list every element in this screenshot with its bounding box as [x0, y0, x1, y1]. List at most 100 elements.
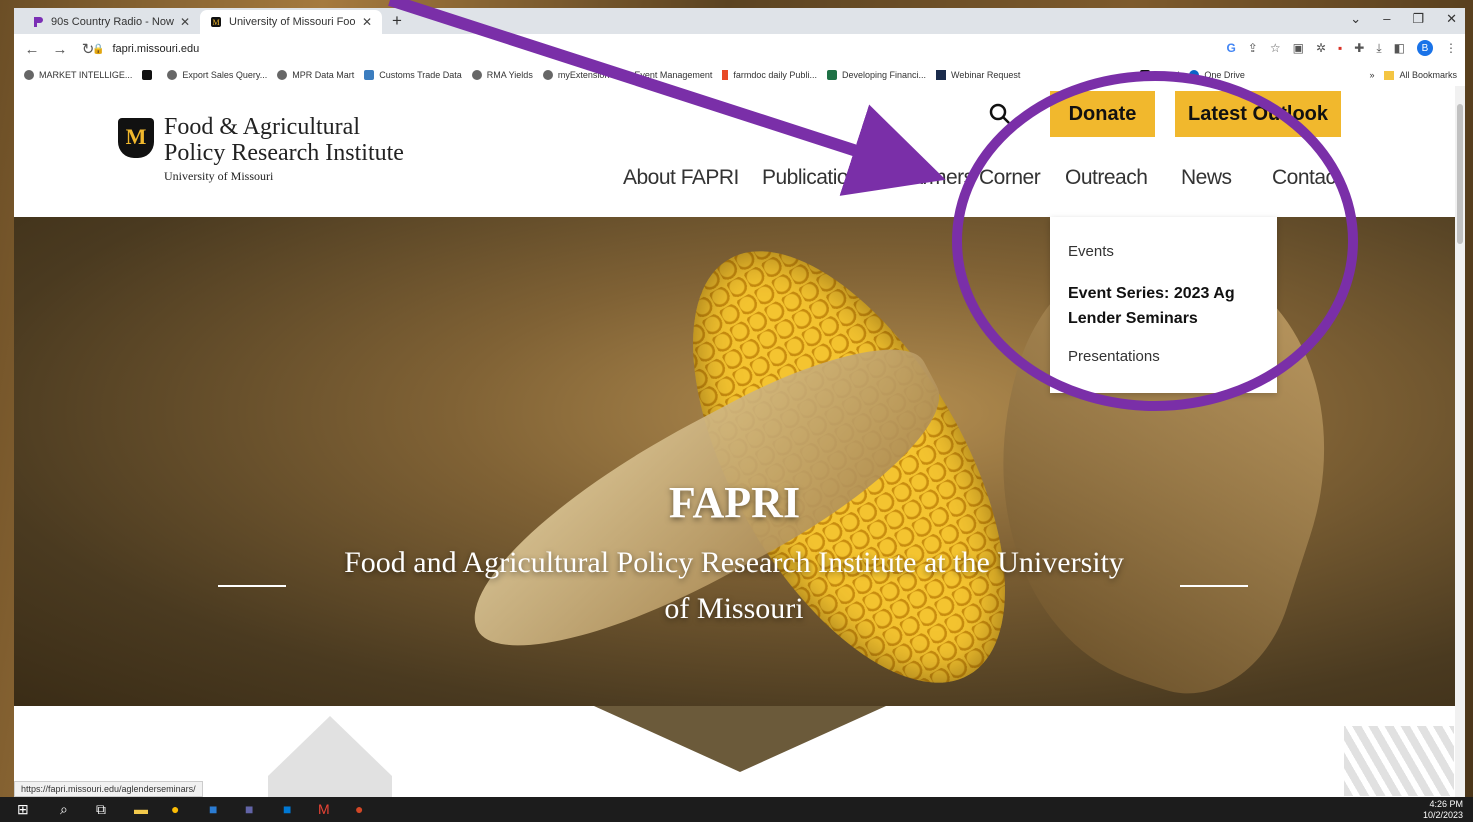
chrome-icon[interactable]: ●: [171, 801, 179, 817]
decor-shape: [268, 716, 392, 776]
hero-title: FAPRI: [668, 478, 801, 527]
pdf-icon[interactable]: ▪: [1338, 41, 1342, 55]
bookmarks-bar: MARKET INTELLIGE... Export Sales Query..…: [14, 64, 1465, 87]
google-icon[interactable]: G: [1226, 41, 1235, 55]
close-icon[interactable]: ✕: [362, 15, 372, 29]
web-page: FAPRI Food and Agricultural Policy Resea…: [14, 86, 1455, 797]
svg-text:M: M: [212, 18, 219, 27]
task-view-icon[interactable]: ⧉: [96, 801, 106, 818]
bookmark-item[interactable]: Webinar Request: [936, 70, 1020, 80]
pandora-icon: [32, 16, 44, 28]
illinois-icon: [722, 70, 729, 80]
url-text: fapri.missouri.edu: [112, 43, 200, 55]
decor-shape: [1344, 726, 1454, 796]
scrollbar[interactable]: [1455, 86, 1465, 797]
globe-icon: [277, 70, 288, 80]
search-icon[interactable]: [989, 103, 1011, 131]
teams-icon[interactable]: ■: [245, 801, 253, 817]
url-field[interactable]: 🔒 fapri.missouri.edu: [92, 37, 1182, 61]
bookmark-item[interactable]: Brand: [1140, 70, 1179, 80]
app-icon[interactable]: ■: [209, 801, 217, 817]
nav-news[interactable]: News: [1181, 166, 1232, 190]
globe-icon: [24, 70, 34, 80]
gmail-icon[interactable]: M: [318, 801, 330, 817]
divider-line: [1180, 585, 1248, 587]
outlook-icon[interactable]: ■: [283, 801, 291, 817]
close-icon[interactable]: ✕: [180, 15, 190, 29]
clock-date: 10/2/2023: [1422, 810, 1463, 820]
folder-icon: [1384, 70, 1395, 80]
dropdown-event-series[interactable]: Event Series: 2023 Ag Lender Seminars: [1068, 281, 1268, 331]
star-icon[interactable]: ☆: [1270, 41, 1281, 55]
chevron-down-icon[interactable]: ⌄: [1350, 11, 1361, 27]
lock-icon: 🔒: [92, 43, 105, 55]
system-clock[interactable]: 4:26 PM 10/2/2023: [1423, 799, 1463, 821]
profile-avatar[interactable]: B: [1417, 40, 1433, 56]
browser-window: 90s Country Radio - Now Playing ✕ M Univ…: [14, 8, 1465, 797]
bookmark-item[interactable]: Event Management: [619, 70, 712, 80]
bookmark-item[interactable]: Customs Trade Data: [364, 70, 462, 80]
overflow-button[interactable]: »: [1369, 70, 1374, 80]
nav-farmers-corner[interactable]: Farmers Corner: [899, 166, 1041, 190]
forward-icon[interactable]: →: [50, 41, 70, 58]
bookmark-item[interactable]: MARKET INTELLIGE...: [24, 70, 132, 80]
nav-contact[interactable]: Contact: [1272, 166, 1341, 190]
windows-start-icon[interactable]: ⊞: [17, 801, 29, 818]
bookmark-item[interactable]: [142, 70, 157, 80]
hero-subtitle: Food and Agricultural Policy Research In…: [344, 546, 1124, 625]
sidepanel-icon[interactable]: ◧: [1394, 41, 1405, 55]
clock-time: 4:26 PM: [1429, 799, 1463, 809]
address-bar-row: ← → ↻ 🔒 fapri.missouri.edu G ⇪ ☆ ▣ ✲ ▪ ✚…: [14, 34, 1465, 64]
status-url: https://fapri.missouri.edu/aglendersemin…: [14, 781, 203, 797]
close-window-icon[interactable]: ✕: [1446, 11, 1457, 27]
back-icon[interactable]: ←: [22, 41, 42, 58]
logo-line: Policy Research Institute: [164, 140, 404, 166]
download-icon[interactable]: ⤓: [1376, 41, 1381, 56]
share-icon[interactable]: ⇪: [1248, 41, 1258, 55]
powerpoint-icon[interactable]: ●: [355, 801, 363, 817]
latest-outlook-button[interactable]: Latest Outlook: [1175, 91, 1341, 137]
minimize-icon[interactable]: –: [1383, 11, 1390, 27]
tab-radio[interactable]: 90s Country Radio - Now Playing ✕: [22, 10, 200, 34]
divider-line: [218, 585, 286, 587]
sheet-icon: [826, 70, 837, 80]
nav-about[interactable]: About FAPRI: [623, 166, 739, 190]
new-tab-icon[interactable]: +: [392, 11, 402, 31]
trade-icon: [364, 70, 375, 80]
site-header: M Food & Agricultural Policy Research In…: [14, 86, 1455, 217]
bookmarks-right: » All Bookmarks: [1369, 70, 1457, 80]
all-bookmarks[interactable]: All Bookmarks: [1384, 70, 1457, 80]
bookmark-item[interactable]: Export Sales Query...: [167, 70, 267, 80]
dropdown-events[interactable]: Events: [1068, 243, 1114, 260]
puzzle-icon[interactable]: ✚: [1354, 41, 1364, 55]
cloud-icon: [1189, 70, 1200, 80]
outreach-dropdown: Events Event Series: 2023 Ag Lender Semi…: [1050, 217, 1277, 393]
bookmark-item[interactable]: MPR Data Mart: [277, 70, 354, 80]
bookmark-item[interactable]: RMA Yields: [471, 70, 533, 80]
search-icon[interactable]: ⌕: [60, 801, 68, 818]
tab-fapri[interactable]: M University of Missouri Food & A ✕: [200, 10, 382, 34]
restore-icon[interactable]: ❐: [1412, 11, 1424, 27]
logo-subline: University of Missouri: [164, 169, 274, 183]
extension-icon[interactable]: ✲: [1316, 41, 1326, 55]
file-explorer-icon[interactable]: ▬: [134, 801, 148, 817]
bookmark-item[interactable]: Developing Financi...: [826, 70, 926, 80]
bookmark-item[interactable]: myExtension: [542, 70, 609, 80]
globe-icon: [471, 70, 482, 80]
scrollbar-thumb[interactable]: [1457, 104, 1463, 244]
menu-icon[interactable]: ⋮: [1445, 41, 1457, 55]
x-icon: [142, 70, 153, 80]
bookmark-item[interactable]: farmdoc daily Publi...: [722, 70, 817, 80]
donate-button[interactable]: Donate: [1050, 91, 1155, 137]
mizzou-logo-icon[interactable]: M: [118, 118, 154, 158]
taskbar: ⊞ ⌕ ⧉ ▬ ● ■ ■ ■ M ● 4:26 PM 10/2/2023: [0, 797, 1473, 822]
nav-publications[interactable]: Publications: [762, 166, 870, 190]
tab-title: 90s Country Radio - Now Playing: [51, 16, 174, 28]
extensions-area: G ⇪ ☆ ▣ ✲ ▪ ✚ ⤓ ◧ B ⋮: [1226, 40, 1457, 56]
extension-icon[interactable]: ▣: [1293, 41, 1304, 55]
site-logo[interactable]: Food & Agricultural Policy Research Inst…: [164, 114, 404, 184]
bookmark-item[interactable]: One Drive: [1189, 70, 1245, 80]
dropdown-presentations[interactable]: Presentations: [1068, 348, 1160, 365]
nav-outreach[interactable]: Outreach: [1065, 166, 1148, 190]
globe-icon: [542, 70, 553, 80]
